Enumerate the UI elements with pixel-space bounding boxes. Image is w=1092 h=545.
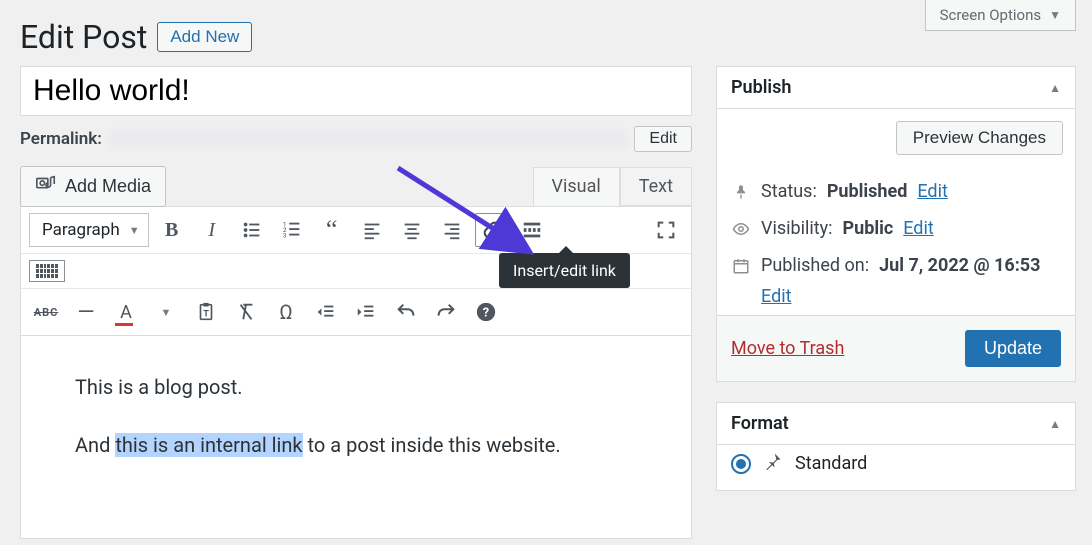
visibility-value: Public xyxy=(843,218,894,239)
status-value: Published xyxy=(827,181,908,202)
selected-text: this is an internal link xyxy=(115,433,302,457)
fullscreen-button[interactable] xyxy=(649,213,683,247)
screen-options-toggle[interactable]: Screen Options ▼ xyxy=(925,0,1076,31)
align-right-button[interactable] xyxy=(435,213,469,247)
collapse-icon: ▲ xyxy=(1049,417,1061,431)
editor-content[interactable]: This is a blog post. And this is an inte… xyxy=(20,336,692,539)
collapse-icon: ▲ xyxy=(1049,81,1061,95)
special-character-button[interactable]: Ω xyxy=(269,295,303,329)
editor-toolbar: Paragraph B I 123 “ xyxy=(20,206,692,336)
bold-button[interactable]: B xyxy=(155,213,189,247)
published-label: Published on: xyxy=(761,255,869,276)
numbered-list-button[interactable]: 123 xyxy=(275,213,309,247)
strikethrough-button[interactable]: ABC xyxy=(29,295,63,329)
add-media-label: Add Media xyxy=(65,176,151,197)
pushpin-icon xyxy=(763,451,783,476)
text-color-button[interactable]: A xyxy=(109,295,143,329)
status-label: Status: xyxy=(761,181,817,202)
outdent-button[interactable] xyxy=(309,295,343,329)
read-more-button[interactable] xyxy=(515,213,549,247)
align-center-button[interactable] xyxy=(395,213,429,247)
pin-icon xyxy=(731,184,751,200)
italic-button[interactable]: I xyxy=(195,213,229,247)
insert-link-button[interactable] xyxy=(475,213,509,247)
add-media-button[interactable]: Add Media xyxy=(20,166,166,207)
help-button[interactable]: ? xyxy=(469,295,503,329)
permalink-label: Permalink: xyxy=(20,129,102,149)
update-button[interactable]: Update xyxy=(965,330,1061,367)
blockquote-button[interactable]: “ xyxy=(315,213,349,247)
svg-text:3: 3 xyxy=(283,231,287,239)
visibility-edit-link[interactable]: Edit xyxy=(903,218,933,239)
align-left-button[interactable] xyxy=(355,213,389,247)
visibility-label: Visibility: xyxy=(761,218,833,239)
add-new-button[interactable]: Add New xyxy=(157,22,252,52)
text-color-dropdown[interactable]: ▼ xyxy=(149,295,183,329)
paste-text-button[interactable]: T xyxy=(189,295,223,329)
bulleted-list-button[interactable] xyxy=(235,213,269,247)
format-metabox: Format ▲ Standard xyxy=(716,402,1076,491)
svg-text:?: ? xyxy=(483,306,489,321)
redo-button[interactable] xyxy=(429,295,463,329)
tab-visual[interactable]: Visual xyxy=(533,167,620,206)
published-value: Jul 7, 2022 @ 16:53 xyxy=(879,255,1040,276)
status-edit-link[interactable]: Edit xyxy=(917,181,947,202)
calendar-icon xyxy=(731,257,751,275)
permalink-url xyxy=(110,130,627,148)
toolbar-toggle-button[interactable] xyxy=(29,260,65,282)
eye-icon xyxy=(731,220,751,238)
permalink-edit-button[interactable]: Edit xyxy=(634,126,692,152)
camera-music-icon xyxy=(35,173,57,200)
published-edit-link[interactable]: Edit xyxy=(761,286,1061,307)
format-standard-radio[interactable] xyxy=(731,454,751,474)
horizontal-rule-button[interactable]: — xyxy=(69,295,103,329)
tab-text[interactable]: Text xyxy=(620,167,692,206)
undo-button[interactable] xyxy=(389,295,423,329)
preview-changes-button[interactable]: Preview Changes xyxy=(896,121,1063,155)
content-paragraph: This is a blog post. xyxy=(75,372,661,402)
format-heading[interactable]: Format ▲ xyxy=(717,403,1075,445)
indent-button[interactable] xyxy=(349,295,383,329)
move-to-trash-link[interactable]: Move to Trash xyxy=(731,338,844,359)
svg-text:T: T xyxy=(203,310,209,320)
clear-formatting-button[interactable] xyxy=(229,295,263,329)
content-paragraph: And this is an internal link to a post i… xyxy=(75,430,661,460)
page-title: Edit Post xyxy=(20,18,147,56)
block-format-select[interactable]: Paragraph xyxy=(29,213,149,247)
chevron-down-icon: ▼ xyxy=(1049,8,1061,22)
screen-options-label: Screen Options xyxy=(940,6,1042,24)
format-standard-label: Standard xyxy=(795,453,867,474)
publish-heading[interactable]: Publish ▲ xyxy=(717,67,1075,109)
post-title-input[interactable] xyxy=(20,66,692,116)
publish-metabox: Publish ▲ Preview Changes Status: Publis… xyxy=(716,66,1076,382)
